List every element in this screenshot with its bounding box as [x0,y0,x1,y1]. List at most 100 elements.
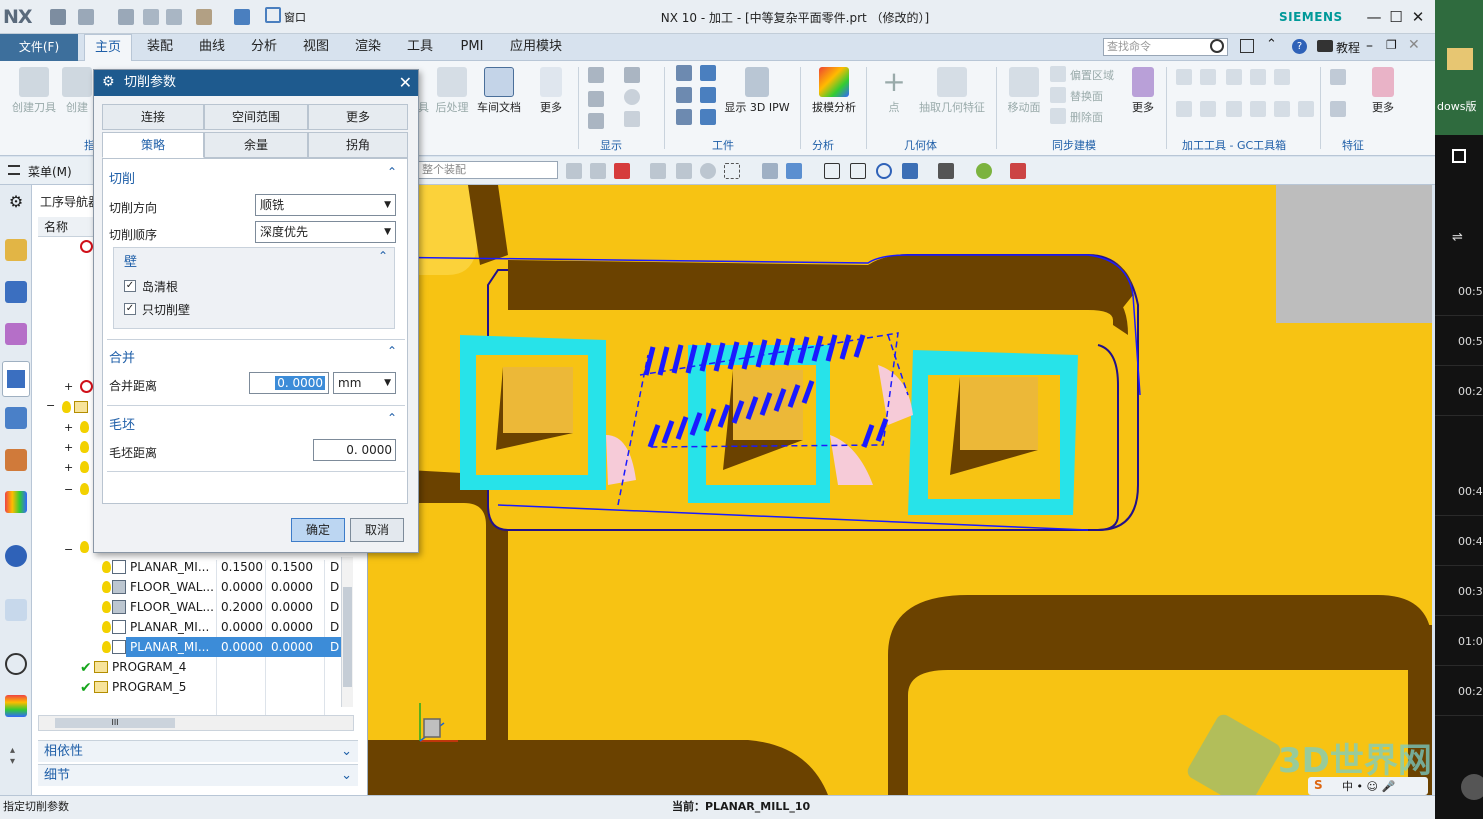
fit-view-icon[interactable] [824,163,840,179]
tab-home[interactable]: 主页 [84,34,132,61]
select-box-icon[interactable] [724,163,740,179]
merge-unit-select[interactable]: mm ▼ [333,372,396,394]
workpiece-icon-6[interactable] [700,109,716,125]
island-cleanup-checkbox[interactable]: ✓ [124,280,136,292]
gc-tool-icon-9[interactable] [1250,101,1266,117]
tab-application[interactable]: 应用模块 [500,34,572,61]
view-icon-1[interactable] [762,163,778,179]
workpiece-icon-1[interactable] [676,65,692,81]
constraint-navigator-icon[interactable] [5,323,27,345]
gc-tool-icon-4[interactable] [1250,69,1266,85]
snap-icon-4[interactable] [650,163,666,179]
workpiece-icon-2[interactable] [700,65,716,81]
close-button[interactable]: ✕ [1407,6,1429,28]
table-row[interactable]: PLANAR_MI... 0.1500 0.1500 D [38,557,343,577]
machining-feature-navigator-icon[interactable] [5,449,27,471]
cancel-button[interactable]: 取消 [350,518,404,542]
settings-gear-icon[interactable]: ⚙ [5,191,27,213]
snap-icon-5[interactable] [676,163,692,179]
move-face-button[interactable]: 移动面 [1004,67,1044,115]
name-column-header[interactable]: 名称 [44,217,68,237]
gc-tool-icon-10[interactable] [1274,101,1290,117]
gc-tool-icon-2[interactable] [1200,69,1216,85]
display-icon-4[interactable] [624,67,640,83]
scroll-indicator-icon[interactable] [1461,774,1483,800]
graphics-window[interactable]: 3D世界网 S 中 • ☺ 🎤 [368,185,1432,795]
gc-tool-icon-7[interactable] [1200,101,1216,117]
assembly-filter-dropdown[interactable]: 整个装配 [418,161,558,179]
tab-analysis[interactable]: 分析 [240,34,288,61]
extract-geometry-button[interactable]: 抽取几何特征 [916,67,988,115]
vertical-scrollbar[interactable] [341,557,353,707]
operation-navigator-tab[interactable] [2,361,30,397]
tab-more[interactable]: 更多 [308,104,408,130]
snap-icon-6[interactable] [700,163,716,179]
merge-distance-input[interactable]: 0. 0000 [249,372,329,394]
repeat-command-icon[interactable] [196,9,212,25]
dialog-close-button[interactable]: ✕ [399,70,412,95]
blank-section-title[interactable]: 毛坯 [109,414,135,433]
chevron-up-icon[interactable]: ⌃ [387,411,397,425]
draft-analysis-button[interactable]: 拔模分析 [806,67,862,115]
assembly-navigator-icon[interactable] [5,281,27,303]
scroll-thumb[interactable] [343,587,352,687]
feature-icon-1[interactable] [1330,69,1346,85]
cut-direction-select[interactable]: 顺铣 ▼ [255,194,396,216]
create-geometry-button[interactable]: 创建 [62,67,92,115]
gc-tool-icon-8[interactable] [1226,101,1242,117]
chevron-up-icon[interactable]: ⌃ [387,165,397,179]
horizontal-scrollbar[interactable]: III [38,715,354,731]
ribbon-restore-button[interactable]: ❐ [1386,38,1397,52]
point-button[interactable]: + 点 [874,67,914,115]
rotate-icon[interactable] [876,163,892,179]
save-icon[interactable] [50,9,66,25]
window-layout-icon[interactable] [1240,39,1254,53]
display-icon-5[interactable] [624,89,640,105]
tab-pmi[interactable]: PMI [448,34,496,61]
touch-mode-icon[interactable] [234,9,250,25]
tab-connection[interactable]: 连接 [102,104,204,130]
gc-tool-icon-5[interactable] [1274,69,1290,85]
gc-tool-icon-3[interactable] [1226,69,1242,85]
list-item[interactable]: ✔ PROGRAM_5 [38,677,343,697]
table-row[interactable]: PLANAR_MI... 0.0000 0.0000 D [38,617,343,637]
more-button-1[interactable]: 更多 [536,67,566,115]
copy-icon[interactable] [143,9,159,25]
dialog-title-bar[interactable]: ⚙ 切削参数 [94,70,418,96]
chevron-up-icon[interactable]: ⌃ [387,344,397,358]
ime-toolbar[interactable]: S 中 • ☺ 🎤 [1308,777,1428,795]
collapse-toggle[interactable]: − [64,543,73,556]
machine-tool-navigator-icon[interactable] [5,407,27,429]
wall-section-title[interactable]: 壁 [124,251,137,270]
collapse-toggle[interactable]: − [64,483,73,496]
more-button-2[interactable]: 更多 [1128,67,1158,115]
help-icon[interactable]: ? [1292,39,1307,54]
reuse-library-icon[interactable] [5,491,27,513]
stop-icon[interactable] [1452,149,1466,163]
section-view-icon[interactable] [1010,163,1026,179]
dependencies-panel[interactable]: 相依性 ⌄ [38,740,358,762]
postprocess-button[interactable]: 后处理 [432,67,472,115]
collapse-toggle[interactable]: − [46,399,55,412]
chevron-up-icon[interactable]: ⌃ [378,249,388,263]
ribbon-close-button[interactable]: ✕ [1408,37,1420,53]
create-tool-button[interactable]: 创建刀具 [6,67,62,115]
expand-toggle[interactable]: + [64,461,73,474]
system-materials-icon[interactable] [5,695,27,717]
more-button-3[interactable]: 更多 [1368,67,1398,115]
display-icon-3[interactable] [588,113,604,129]
material-icon[interactable] [976,163,992,179]
part-navigator-icon[interactable] [5,239,27,261]
file-tab[interactable]: 文件(F) [0,34,78,61]
display-icon-2[interactable] [588,91,604,107]
wall-only-checkbox[interactable]: ✓ [124,303,136,315]
tab-strategy[interactable]: 策略 [102,132,204,158]
feature-icon-2[interactable] [1330,101,1346,117]
workpiece-icon-3[interactable] [676,87,692,103]
tab-containment[interactable]: 空间范围 [204,104,308,130]
folder-icon[interactable] [1447,48,1473,70]
snap-icon-3[interactable] [614,163,630,179]
window-menu[interactable]: 窗口 [284,9,306,25]
workpiece-icon-4[interactable] [700,87,716,103]
details-panel[interactable]: 细节 ⌄ [38,764,358,786]
